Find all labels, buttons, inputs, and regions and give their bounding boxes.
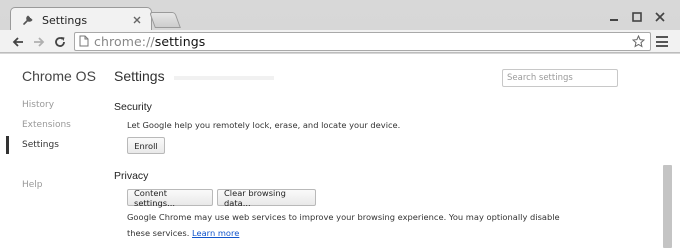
page-icon xyxy=(79,32,89,51)
privacy-description-text: these services. xyxy=(127,228,190,238)
security-heading: Security xyxy=(114,101,152,113)
privacy-description-line1: Google Chrome may use web services to im… xyxy=(127,212,560,222)
minimize-icon[interactable] xyxy=(604,8,624,26)
url-host: settings xyxy=(154,34,206,49)
url-scheme: chrome:// xyxy=(94,34,155,49)
address-bar[interactable]: chrome://settings xyxy=(74,32,651,51)
sidebar-item-extensions[interactable]: Extensions xyxy=(22,120,71,130)
privacy-description-line2: these services. Learn more xyxy=(127,226,239,241)
browser-window: Settings chrome://settings Chrome OS His… xyxy=(0,0,680,248)
enroll-button[interactable]: Enroll xyxy=(127,137,165,154)
page-title: Settings xyxy=(114,68,165,84)
privacy-heading: Privacy xyxy=(114,170,149,182)
close-icon[interactable] xyxy=(650,8,670,26)
bookmark-star-icon[interactable] xyxy=(631,34,646,49)
content-settings-button[interactable]: Content settings... xyxy=(127,188,213,208)
tab-settings[interactable]: Settings xyxy=(10,7,152,32)
back-arrow-icon[interactable] xyxy=(9,33,27,50)
tab-close-icon[interactable] xyxy=(131,14,143,26)
sidebar-title: Chrome OS xyxy=(22,68,96,84)
clear-browsing-data-button[interactable]: Clear browsing data... xyxy=(217,188,316,208)
tab-title: Settings xyxy=(42,13,88,27)
maximize-icon[interactable] xyxy=(627,8,647,26)
wrench-icon xyxy=(21,13,35,27)
menu-icon[interactable] xyxy=(655,34,669,49)
new-tab-button[interactable] xyxy=(149,12,181,28)
learn-more-link[interactable]: Learn more xyxy=(192,228,239,238)
sidebar-item-settings[interactable]: Settings xyxy=(22,140,59,150)
reload-icon[interactable] xyxy=(51,33,69,50)
security-description: Let Google help you remotely lock, erase… xyxy=(127,120,401,130)
toolbar: chrome://settings xyxy=(0,30,680,53)
settings-page: Chrome OS History Extensions Settings He… xyxy=(0,54,680,248)
faded-text-line xyxy=(174,76,274,80)
scrollbar-thumb[interactable] xyxy=(663,165,672,248)
sidebar-item-history[interactable]: History xyxy=(22,100,54,110)
search-input[interactable] xyxy=(502,69,618,87)
url-text: chrome://settings xyxy=(94,34,205,49)
main-panel: Settings Security Let Google help you re… xyxy=(114,54,634,248)
tab-strip: Settings xyxy=(0,0,680,32)
selected-marker xyxy=(6,136,9,154)
sidebar-item-help[interactable]: Help xyxy=(22,180,43,190)
sidebar: Chrome OS History Extensions Settings He… xyxy=(0,54,100,248)
forward-arrow-icon[interactable] xyxy=(30,33,48,50)
